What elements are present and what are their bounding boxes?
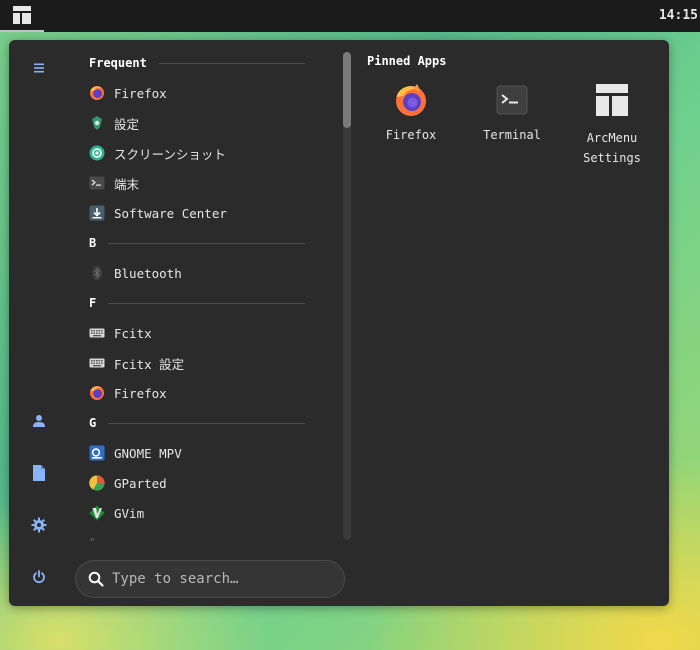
terminal-icon <box>89 175 105 191</box>
user-icon <box>33 415 45 427</box>
keyboard-icon <box>89 325 105 341</box>
firefox-icon <box>89 385 105 401</box>
app-item-fcitx-settings[interactable]: Fcitx 設定 <box>87 350 339 376</box>
section-header-g: G <box>89 413 305 433</box>
section-header-f: F <box>89 293 305 313</box>
screenshot-icon <box>89 145 105 161</box>
arcmenu-panel: Frequent Firefox 設定 スクリーンショット 端末 Softwar… <box>9 40 669 606</box>
list-overflow-hint: " <box>89 536 96 549</box>
settings-button[interactable] <box>25 511 53 539</box>
section-divider <box>158 62 305 64</box>
arcmenu-layout-icon <box>13 6 31 24</box>
app-item-settings[interactable]: 設定 <box>87 110 339 136</box>
app-item-screenshot[interactable]: スクリーンショット <box>87 140 339 166</box>
section-header-frequent: Frequent <box>89 53 305 73</box>
app-item-bluetooth[interactable]: Bluetooth <box>87 260 339 286</box>
pinned-app-firefox[interactable]: Firefox <box>361 80 461 170</box>
search-icon <box>88 571 104 587</box>
gparted-icon <box>89 475 105 491</box>
search-input[interactable] <box>112 571 332 587</box>
section-divider <box>108 242 305 244</box>
documents-button[interactable] <box>25 459 53 487</box>
terminal-icon <box>492 80 532 120</box>
app-item-firefox-f[interactable]: Firefox <box>87 380 339 406</box>
arcmenu-icon <box>592 80 632 120</box>
gvim-icon <box>89 505 105 521</box>
app-item-gvim[interactable]: GVim <box>87 500 339 526</box>
search-box[interactable] <box>75 560 345 598</box>
power-button[interactable] <box>25 563 53 591</box>
clock[interactable]: 14:15 <box>659 0 700 32</box>
section-header-b: B <box>89 233 305 253</box>
bluetooth-icon <box>89 265 105 281</box>
app-item-fcitx[interactable]: Fcitx <box>87 320 339 346</box>
software-center-icon <box>89 205 105 221</box>
top-bar: 14:15 <box>0 0 700 32</box>
app-list-scrollbar[interactable] <box>343 52 351 540</box>
gnome-mpv-icon <box>89 445 105 461</box>
keyboard-icon <box>89 355 105 371</box>
app-item-firefox[interactable]: Firefox <box>87 80 339 106</box>
scrollbar-thumb[interactable] <box>343 52 351 128</box>
app-item-software-center[interactable]: Software Center <box>87 200 339 226</box>
firefox-icon <box>391 80 431 120</box>
app-item-terminal[interactable]: 端末 <box>87 170 339 196</box>
pinned-app-arcmenu-settings[interactable]: ArcMenu Settings <box>562 80 662 170</box>
firefox-icon <box>89 85 105 101</box>
settings-app-icon <box>89 115 105 131</box>
categories-menu-button[interactable] <box>25 54 53 82</box>
arcmenu-button[interactable] <box>0 0 44 32</box>
power-icon <box>33 570 45 584</box>
app-item-gparted[interactable]: GParted <box>87 470 339 496</box>
section-divider <box>108 422 305 424</box>
document-icon <box>33 465 45 481</box>
user-button[interactable] <box>25 407 53 435</box>
app-item-gnome-mpv[interactable]: GNOME MPV <box>87 440 339 466</box>
pinned-apps-title: Pinned Apps <box>367 54 447 68</box>
hamburger-icon <box>34 63 44 73</box>
section-divider <box>108 302 305 304</box>
gear-icon <box>31 517 47 533</box>
pinned-app-terminal[interactable]: Terminal <box>462 80 562 170</box>
